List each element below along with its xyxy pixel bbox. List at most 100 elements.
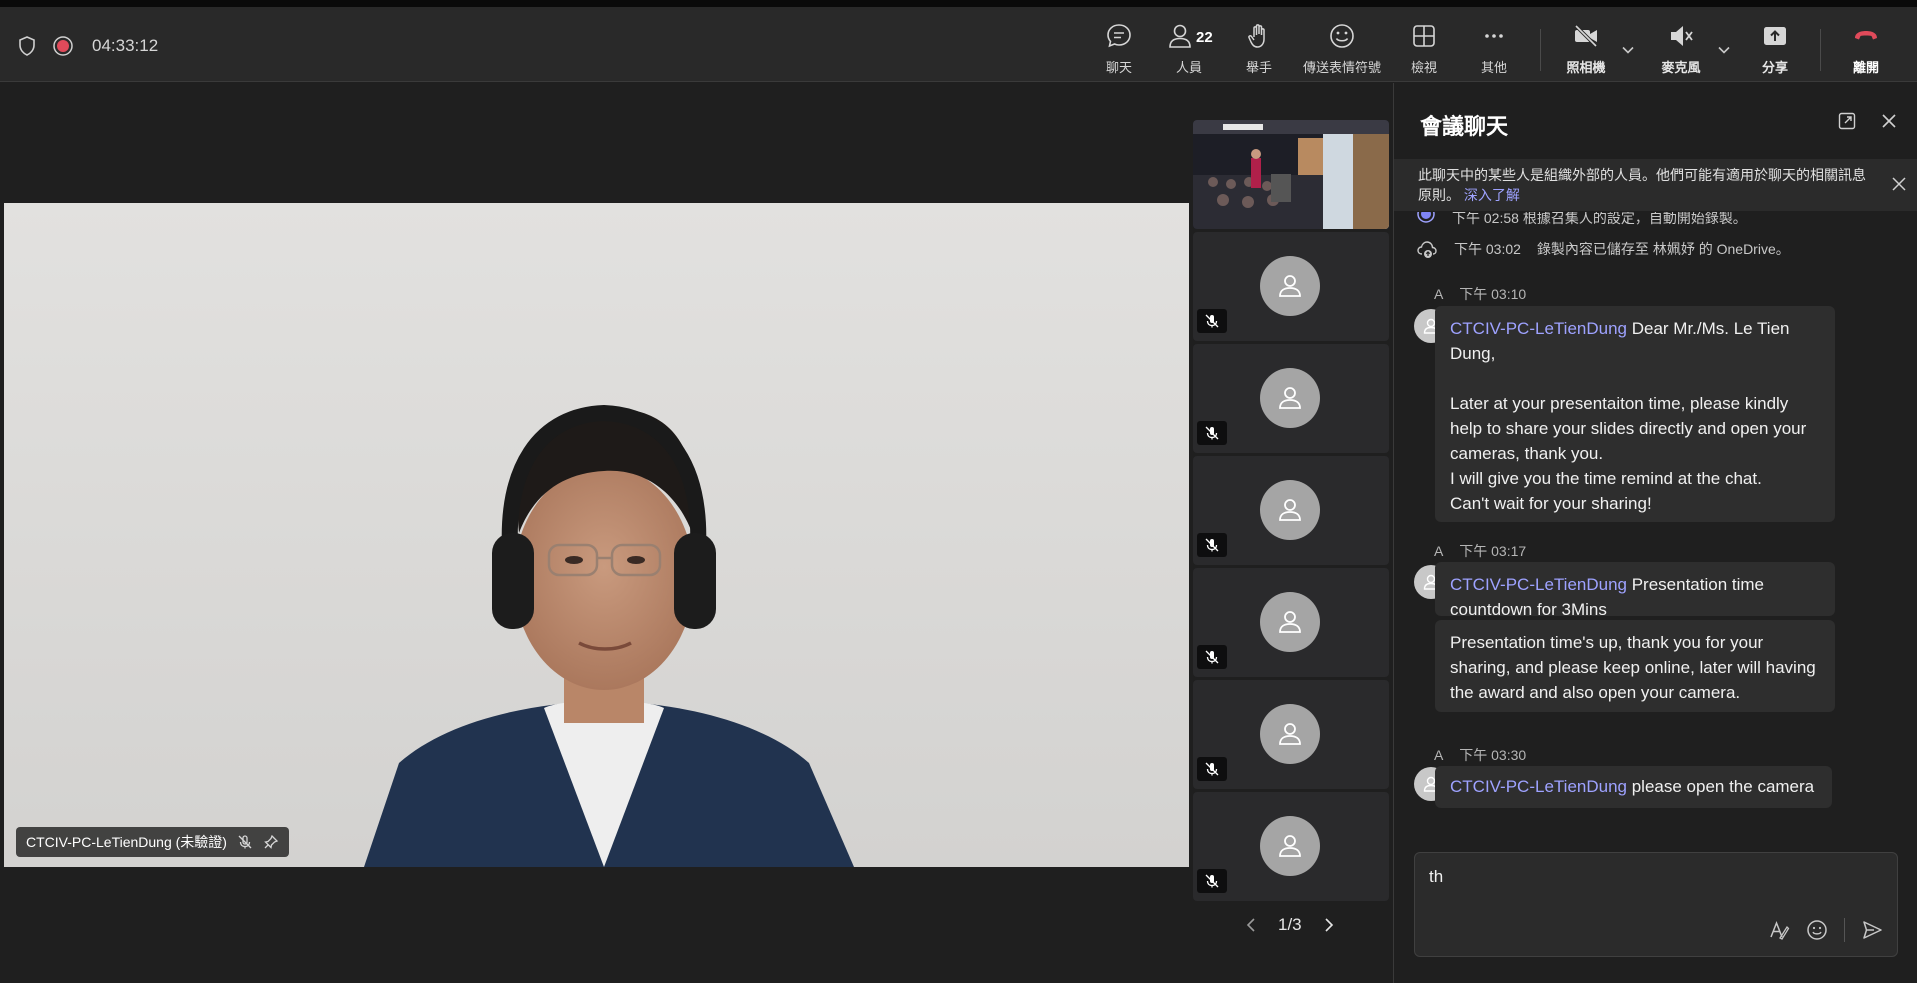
emoji-icon[interactable] xyxy=(1806,919,1828,941)
avatar xyxy=(1260,704,1320,764)
people-button[interactable]: 22 人員 xyxy=(1154,21,1224,76)
more-button[interactable]: 其他 xyxy=(1459,21,1529,76)
meeting-timer: 04:33:12 xyxy=(92,36,159,55)
avatar xyxy=(1260,816,1320,876)
system-message-recording-saved: 下午 03:02 錄製內容已儲存至 林姵妤 的 OneDrive。 xyxy=(1416,239,1790,259)
participant-gallery xyxy=(1193,120,1389,904)
person-icon xyxy=(1279,275,1301,297)
participant-video-image xyxy=(4,203,1189,867)
avatar xyxy=(1260,368,1320,428)
person-icon xyxy=(1279,723,1301,745)
message-text: Presentation time's up, thank you for yo… xyxy=(1450,633,1816,702)
raise-hand-button[interactable]: 舉手 xyxy=(1224,21,1294,76)
mic-off-icon xyxy=(1205,874,1219,888)
participant-tile[interactable] xyxy=(1193,792,1389,901)
camera-button[interactable]: 照相機 xyxy=(1551,21,1621,76)
message-meta: A 下午 03:30 xyxy=(1434,745,1538,765)
send-icon[interactable] xyxy=(1861,919,1883,941)
chat-button[interactable]: 聊天 xyxy=(1084,21,1154,87)
person-icon xyxy=(1279,835,1301,857)
message-compose-box[interactable]: th xyxy=(1414,852,1898,957)
grid-view-icon xyxy=(1413,25,1435,47)
main-video-feed[interactable]: CTCIV-PC-LeTienDung (未驗證) xyxy=(4,203,1189,867)
chat-message[interactable]: CTCIV-PC-LeTienDung Presentation time co… xyxy=(1435,562,1835,619)
pop-out-icon[interactable] xyxy=(1837,111,1857,131)
leave-button[interactable]: 離開 xyxy=(1831,21,1901,76)
mic-off-icon xyxy=(1205,762,1219,776)
muted-indicator xyxy=(1197,309,1227,333)
close-icon[interactable] xyxy=(1879,111,1899,131)
person-icon xyxy=(1279,499,1301,521)
pin-icon[interactable] xyxy=(263,834,279,850)
people-label: 人員 xyxy=(1175,60,1202,75)
message-paragraph: I will give you the time remind at the c… xyxy=(1450,469,1762,488)
cloud-upload-icon xyxy=(1417,241,1437,258)
view-button[interactable]: 檢視 xyxy=(1389,21,1459,76)
camera-options-chevron-down-icon[interactable] xyxy=(1621,43,1635,57)
shield-icon[interactable] xyxy=(16,35,38,57)
message-meta: A 下午 03:10 xyxy=(1434,284,1538,304)
chat-label: 聊天 xyxy=(1105,60,1132,75)
message-meta: A 下午 03:17 xyxy=(1434,541,1538,561)
sender-initial: A xyxy=(1434,543,1444,559)
smiley-icon xyxy=(1330,24,1354,48)
gallery-pager: 1/3 xyxy=(1244,915,1336,935)
reactions-label: 傳送表情符號 xyxy=(1303,60,1382,75)
compose-toolbar xyxy=(1768,918,1883,942)
message-text: please open the camera xyxy=(1627,777,1815,796)
muted-indicator xyxy=(1197,533,1227,557)
toolbar-divider xyxy=(1820,29,1821,71)
mic-off-icon xyxy=(238,835,252,849)
participant-tile[interactable] xyxy=(1193,568,1389,677)
learn-more-link[interactable]: 深入了解 xyxy=(1464,187,1520,203)
leave-label: 離開 xyxy=(1852,60,1879,75)
raise-hand-label: 舉手 xyxy=(1245,60,1272,75)
message-sender[interactable]: CTCIV-PC-LeTienDung xyxy=(1450,777,1627,796)
avatar xyxy=(1260,256,1320,316)
hang-up-icon xyxy=(1855,31,1877,40)
muted-indicator xyxy=(1197,421,1227,445)
compose-input[interactable]: th xyxy=(1429,867,1443,887)
chat-message[interactable]: CTCIV-PC-LeTienDung Dear Mr./Ms. Le Tien… xyxy=(1435,306,1835,522)
mic-label: 麥克風 xyxy=(1661,60,1701,75)
meeting-status: 04:33:12 xyxy=(16,35,158,57)
system-message-recording-started: 下午 02:58 根據召集人的設定，自動開始錄製。 xyxy=(1416,212,1747,228)
message-sender[interactable]: CTCIV-PC-LeTienDung xyxy=(1450,575,1627,594)
participant-tile[interactable] xyxy=(1193,680,1389,789)
more-icon xyxy=(1485,34,1503,38)
sender-initial: A xyxy=(1434,747,1444,763)
sender-initial: A xyxy=(1434,286,1444,302)
participant-tile[interactable] xyxy=(1193,344,1389,453)
mic-button[interactable]: 麥克風 xyxy=(1646,21,1716,76)
person-icon xyxy=(1279,387,1301,409)
mic-off-icon xyxy=(1205,650,1219,664)
mic-options-chevron-down-icon[interactable] xyxy=(1717,43,1731,57)
participant-tile-room[interactable] xyxy=(1193,120,1389,229)
mic-off-icon xyxy=(1205,538,1219,552)
system-message-text: 錄製內容已儲存至 林姵妤 的 OneDrive。 xyxy=(1536,241,1790,257)
hand-icon xyxy=(1248,24,1265,48)
chat-icon xyxy=(1107,24,1131,48)
chat-message[interactable]: Presentation time's up, thank you for yo… xyxy=(1435,620,1835,712)
page-indicator: 1/3 xyxy=(1278,915,1302,934)
record-icon xyxy=(1417,212,1435,223)
chat-message[interactable]: CTCIV-PC-LeTienDung please open the came… xyxy=(1435,766,1832,808)
conference-room-video-image xyxy=(1193,120,1389,229)
share-button[interactable]: 分享 xyxy=(1740,21,1810,76)
format-text-icon[interactable] xyxy=(1768,919,1790,941)
muted-indicator xyxy=(1197,757,1227,781)
message-sender[interactable]: CTCIV-PC-LeTienDung xyxy=(1450,319,1627,338)
camera-off-icon xyxy=(1574,24,1598,48)
dismiss-banner-close-icon[interactable] xyxy=(1890,175,1908,193)
participant-tile[interactable] xyxy=(1193,456,1389,565)
chevron-right-icon[interactable] xyxy=(1322,917,1336,933)
reactions-button[interactable]: 傳送表情符號 xyxy=(1303,21,1381,76)
mic-off-icon xyxy=(1205,426,1219,440)
toolbar-divider xyxy=(1540,29,1541,71)
chevron-left-icon[interactable] xyxy=(1244,917,1258,933)
mic-off-icon xyxy=(1205,314,1219,328)
participant-tile[interactable] xyxy=(1193,232,1389,341)
camera-label: 照相機 xyxy=(1566,60,1606,75)
share-label: 分享 xyxy=(1761,60,1788,75)
system-message-text: 下午 02:58 根據召集人的設定，自動開始錄製。 xyxy=(1452,212,1747,226)
